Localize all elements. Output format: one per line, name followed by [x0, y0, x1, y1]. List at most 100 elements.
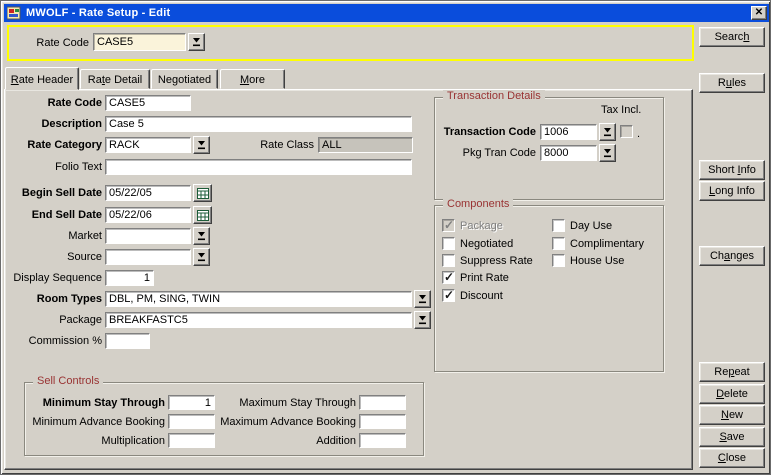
source-input[interactable] — [105, 249, 191, 265]
source-lov-button[interactable] — [193, 248, 210, 266]
pkg-tran-code-lov-button[interactable] — [599, 144, 616, 162]
save-button[interactable]: Save — [699, 427, 765, 447]
rate-class-field — [318, 137, 413, 153]
long-info-button[interactable]: Long Info — [699, 181, 765, 201]
rate-code-lov-button[interactable] — [188, 33, 205, 51]
rate-category-input[interactable] — [105, 137, 191, 153]
market-input[interactable] — [105, 228, 191, 244]
tab-more[interactable]: More — [220, 69, 285, 89]
print-rate-checkbox[interactable] — [442, 271, 455, 284]
addition-label: Addition — [182, 435, 356, 447]
suppress-rate-checkbox-label: Suppress Rate — [460, 255, 533, 267]
lov-arrow-icon — [197, 252, 206, 262]
commission-input[interactable] — [105, 333, 150, 349]
delete-button[interactable]: Delete — [699, 384, 765, 404]
package-checkbox — [442, 219, 455, 232]
room-types-label: Room Types — [7, 293, 102, 305]
transaction-details-group: Transaction Details Tax Incl. Transactio… — [434, 97, 664, 200]
calendar-icon — [197, 188, 209, 199]
components-title: Components — [443, 198, 513, 210]
house-use-checkbox[interactable] — [552, 254, 565, 267]
changes-button[interactable]: Changes — [699, 246, 765, 266]
minimum-advance-booking-label: Minimum Advance Booking — [29, 416, 165, 428]
close-window-button[interactable]: ✕ — [751, 6, 767, 20]
package-checkbox-label: Package — [460, 220, 503, 232]
lov-arrow-icon — [603, 127, 612, 137]
room-types-lov-button[interactable] — [414, 290, 431, 308]
commission-label: Commission % — [7, 335, 102, 347]
folio-text-label: Folio Text — [7, 161, 102, 173]
rate-category-label: Rate Category — [7, 139, 102, 151]
complimentary-checkbox[interactable] — [552, 237, 565, 250]
end-sell-date-label: End Sell Date — [7, 209, 102, 221]
maximum-stay-through-input[interactable] — [359, 395, 406, 410]
end-sell-date-input[interactable] — [105, 207, 191, 223]
tax-incl-label: Tax Incl. — [601, 104, 641, 116]
tab-negotiated[interactable]: Negotiated — [151, 69, 218, 89]
app-icon — [7, 6, 22, 20]
discount-checkbox-label: Discount — [460, 290, 503, 302]
transaction-code-label: Transaction Code — [437, 126, 536, 138]
suppress-rate-checkbox[interactable] — [442, 254, 455, 267]
complimentary-checkbox-label: Complimentary — [570, 238, 644, 250]
rate-class-label: Rate Class — [244, 139, 314, 151]
begin-sell-date-label: Begin Sell Date — [7, 187, 102, 199]
calendar-icon — [197, 210, 209, 221]
maximum-stay-through-label: Maximum Stay Through — [182, 397, 356, 409]
end-sell-date-calendar-button[interactable] — [193, 206, 212, 224]
transaction-code-input[interactable] — [540, 124, 597, 140]
print-rate-checkbox-label: Print Rate — [460, 272, 509, 284]
lov-arrow-icon — [197, 231, 206, 241]
tab-rate-header[interactable]: Rate Header — [5, 67, 79, 90]
search-button[interactable]: Search — [699, 27, 765, 47]
begin-sell-date-calendar-button[interactable] — [193, 184, 212, 202]
lov-arrow-icon — [192, 37, 201, 47]
discount-checkbox[interactable] — [442, 289, 455, 302]
transaction-details-title: Transaction Details — [443, 90, 545, 102]
rate-category-lov-button[interactable] — [193, 136, 210, 154]
tab-rate-detail[interactable]: Rate Detail — [80, 69, 150, 89]
day-use-checkbox-label: Day Use — [570, 220, 612, 232]
maximum-advance-booking-label: Maximum Advance Booking — [182, 416, 356, 428]
multiplication-label: Multiplication — [29, 435, 165, 447]
negotiated-checkbox-label: Negotiated — [460, 238, 513, 250]
tax-incl-suffix: . — [637, 128, 640, 140]
description-label: Description — [7, 118, 102, 130]
window-title: MWOLF - Rate Setup - Edit — [26, 7, 170, 19]
tax-incl-checkbox — [620, 125, 633, 138]
addition-input[interactable] — [359, 433, 406, 448]
begin-sell-date-input[interactable] — [105, 185, 191, 201]
rate-code-query-input[interactable] — [93, 33, 186, 51]
title-bar: MWOLF - Rate Setup - Edit ✕ — [4, 4, 769, 22]
sell-controls-group: Sell Controls Minimum Stay Through Maxim… — [24, 382, 424, 456]
description-input[interactable] — [105, 116, 412, 132]
rate-code-label: Rate Code — [7, 97, 102, 109]
components-group: Components Package Negotiated Suppress R… — [434, 205, 664, 372]
new-button[interactable]: New — [699, 405, 765, 425]
package-label: Package — [7, 314, 102, 326]
rate-code-input[interactable] — [105, 95, 191, 111]
pkg-tran-code-input[interactable] — [540, 145, 597, 161]
package-lov-button[interactable] — [414, 311, 431, 329]
maximum-advance-booking-input[interactable] — [359, 414, 406, 429]
lov-arrow-icon — [418, 315, 427, 325]
room-types-input[interactable] — [105, 291, 412, 307]
market-lov-button[interactable] — [193, 227, 210, 245]
day-use-checkbox[interactable] — [552, 219, 565, 232]
sell-controls-title: Sell Controls — [33, 375, 103, 387]
house-use-checkbox-label: House Use — [570, 255, 624, 267]
repeat-button[interactable]: Repeat — [699, 362, 765, 382]
display-sequence-label: Display Sequence — [7, 272, 102, 284]
negotiated-checkbox[interactable] — [442, 237, 455, 250]
display-sequence-input[interactable] — [105, 270, 154, 286]
rules-button[interactable]: Rules — [699, 73, 765, 93]
folio-text-input[interactable] — [105, 159, 412, 175]
close-button[interactable]: Close — [699, 448, 765, 468]
rate-header-panel: Rate Code Description Rate Category Rate… — [4, 89, 693, 470]
short-info-button[interactable]: Short Info — [699, 160, 765, 180]
transaction-code-lov-button[interactable] — [599, 123, 616, 141]
package-input[interactable] — [105, 312, 412, 328]
rate-setup-window: MWOLF - Rate Setup - Edit ✕ Rate Code Se… — [0, 0, 771, 475]
pkg-tran-code-label: Pkg Tran Code — [437, 147, 536, 159]
rate-code-query-label: Rate Code — [17, 37, 89, 49]
